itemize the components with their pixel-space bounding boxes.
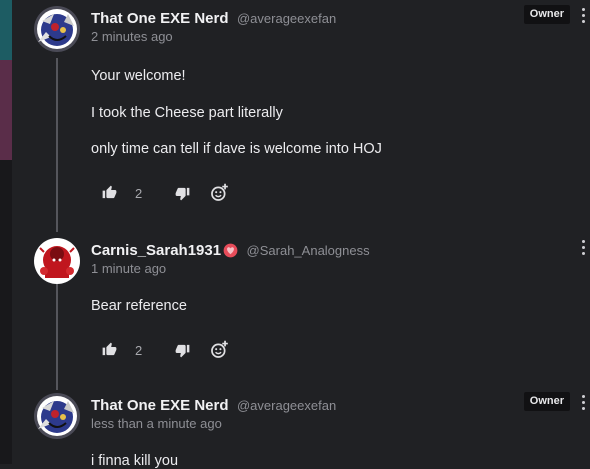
timestamp: 2 minutes ago — [91, 29, 173, 44]
background-panel-teal — [0, 0, 12, 60]
background-panel-dark — [0, 160, 12, 464]
comment-text-line: I took the Cheese part literally — [91, 105, 283, 121]
thumbs-up-icon[interactable] — [102, 342, 117, 357]
comment-item: That One EXE Nerd @averageexefan less th… — [12, 387, 590, 469]
comment-header: That One EXE Nerd @averageexefan — [91, 10, 336, 28]
comment-item: That One EXE Nerd @averageexefan 2 minut… — [12, 0, 590, 225]
avatar-image — [34, 238, 80, 284]
comment-item: Carnis_Sarah1931 @Sarah_Analogness 1 min… — [12, 232, 590, 382]
timestamp: 1 minute ago — [91, 261, 167, 276]
thumbs-up-icon[interactable] — [102, 185, 117, 200]
avatar-image — [34, 393, 80, 439]
avatar[interactable] — [34, 6, 80, 52]
background-panel-pink — [0, 60, 12, 160]
owner-badge: Owner — [523, 392, 570, 411]
avatar[interactable] — [34, 393, 80, 439]
comment-header: That One EXE Nerd @averageexefan — [91, 397, 336, 415]
user-handle[interactable]: @Sarah_Analogness — [247, 243, 370, 258]
username[interactable]: Carnis_Sarah1931 — [91, 242, 221, 259]
comment-header: Carnis_Sarah1931 @Sarah_Analogness — [91, 242, 370, 260]
comment-text-line: Bear reference — [91, 298, 187, 314]
comment-text-line: only time can tell if dave is welcome in… — [91, 141, 382, 157]
thumbs-down-icon[interactable] — [175, 186, 190, 201]
more-options-icon[interactable] — [580, 240, 586, 258]
username[interactable]: That One EXE Nerd — [91, 10, 229, 27]
add-reaction-icon[interactable] — [210, 340, 229, 359]
more-options-icon[interactable] — [580, 8, 586, 26]
comment-text-line: Your welcome! — [91, 68, 186, 84]
owner-badge: Owner — [523, 5, 570, 24]
username[interactable]: That One EXE Nerd — [91, 397, 229, 414]
thumbs-down-icon[interactable] — [175, 343, 190, 358]
user-handle[interactable]: @averageexefan — [237, 11, 336, 26]
more-options-icon[interactable] — [580, 395, 586, 413]
avatar-image — [34, 6, 80, 52]
avatar[interactable] — [34, 238, 80, 284]
like-count: 2 — [135, 343, 143, 358]
add-reaction-icon[interactable] — [210, 183, 229, 202]
heart-badge-icon — [223, 243, 238, 258]
like-count: 2 — [135, 186, 143, 201]
timestamp: less than a minute ago — [91, 416, 222, 431]
comment-text-line: i finna kill you — [91, 453, 179, 469]
user-handle[interactable]: @averageexefan — [237, 398, 336, 413]
